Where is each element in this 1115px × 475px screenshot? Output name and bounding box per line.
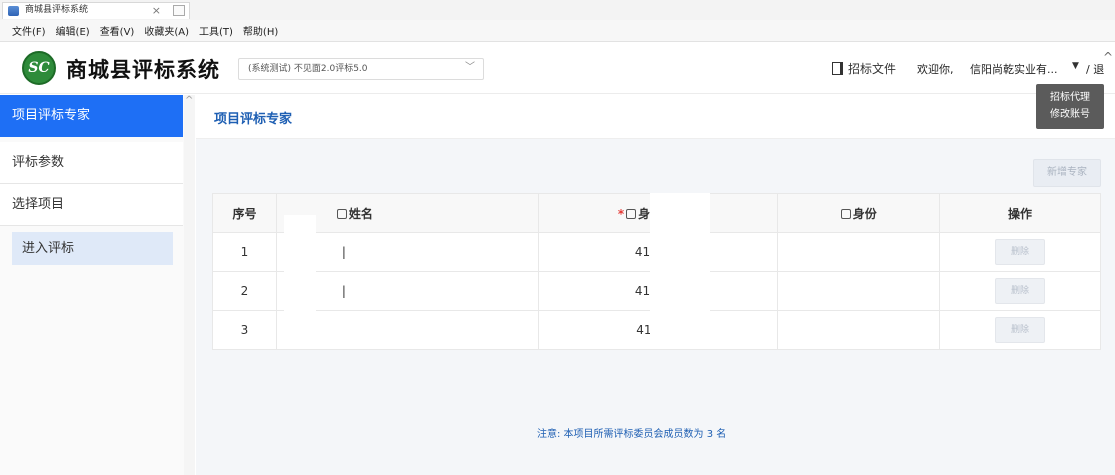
menu-help[interactable]: 帮助(H) bbox=[243, 23, 278, 38]
logout-link[interactable]: / 退 bbox=[1086, 61, 1104, 77]
cell-action: 删除 bbox=[939, 271, 1101, 311]
new-tab-icon[interactable] bbox=[173, 5, 185, 16]
chevron-down-icon: ﹀ bbox=[465, 62, 475, 73]
sidebar-scrollbar[interactable] bbox=[184, 95, 195, 475]
logo-icon: SC bbox=[22, 51, 56, 85]
col-role-label: 身份 bbox=[852, 206, 877, 221]
tender-doc-label: 招标文件 bbox=[848, 62, 897, 76]
document-icon bbox=[832, 62, 843, 75]
edit-icon bbox=[840, 208, 851, 219]
edit-icon bbox=[626, 208, 637, 219]
col-index: 序号 bbox=[212, 193, 277, 233]
welcome-text: 欢迎你, bbox=[917, 63, 954, 76]
project-select-value: (系统测试) 不见面2.0评标5.0 bbox=[248, 64, 368, 74]
panel-header: 项目评标专家 bbox=[196, 95, 1115, 139]
scroll-up-icon[interactable]: ^ bbox=[185, 95, 193, 106]
sidebar-item-enter-evaluation[interactable]: 进入评标 bbox=[12, 232, 173, 265]
browser-tab[interactable]: 商城县评标系统 × bbox=[2, 2, 190, 19]
main-panel: 项目评标专家 新增专家 序号 姓名 *身份证号码 身份 操作 1 | bbox=[196, 95, 1115, 475]
tab-close-icon[interactable]: × bbox=[152, 3, 161, 18]
menu-file[interactable]: 文件(F) bbox=[12, 23, 46, 38]
sidebar-item-params[interactable]: 评标参数 bbox=[0, 142, 183, 184]
app-title: 商城县评标系统 bbox=[66, 58, 220, 82]
col-action: 操作 bbox=[939, 193, 1101, 233]
cell-index: 3 bbox=[212, 310, 277, 350]
col-name-label: 姓名 bbox=[348, 206, 373, 221]
project-select[interactable]: (系统测试) 不见面2.0评标5.0 ﹀ bbox=[238, 58, 484, 80]
cell-index: 2 bbox=[212, 271, 277, 311]
tender-doc-link[interactable]: 招标文件 bbox=[832, 60, 896, 77]
delete-button[interactable]: 删除 bbox=[995, 278, 1046, 304]
cell-role[interactable] bbox=[777, 310, 941, 350]
dropdown-item-agency[interactable]: 招标代理 bbox=[1036, 89, 1104, 106]
sidebar-item-select-project[interactable]: 选择项目 bbox=[0, 184, 183, 226]
redaction-mask bbox=[650, 193, 710, 349]
add-expert-button[interactable]: 新增专家 bbox=[1033, 159, 1101, 187]
sidebar-item-experts[interactable]: 项目评标专家 bbox=[0, 95, 183, 137]
browser-menubar: 文件(F) 编辑(E) 查看(V) 收藏夹(A) 工具(T) 帮助(H) bbox=[0, 20, 1115, 42]
page-title: 项目评标专家 bbox=[214, 112, 293, 127]
delete-button[interactable]: 删除 bbox=[995, 239, 1046, 265]
cell-action: 删除 bbox=[939, 310, 1101, 350]
notice-text: 注意: 本项目所需评标委员会成员数为 3 名 bbox=[537, 429, 727, 440]
edit-icon bbox=[336, 208, 347, 219]
menu-edit[interactable]: 编辑(E) bbox=[56, 23, 90, 38]
app-header: SC 商城县评标系统 (系统测试) 不见面2.0评标5.0 ﹀ 招标文件 欢迎你… bbox=[0, 42, 1115, 94]
browser-tabbar: 商城县评标系统 × bbox=[0, 0, 1115, 20]
menu-view[interactable]: 查看(V) bbox=[100, 23, 135, 38]
required-icon: * bbox=[617, 206, 625, 221]
sidebar: 项目评标专家 评标参数 选择项目 进入评标 ^ bbox=[0, 95, 195, 475]
page-scroll-up-icon[interactable]: ^ bbox=[1103, 50, 1113, 64]
col-role: 身份 bbox=[777, 193, 941, 233]
cell-role[interactable] bbox=[777, 271, 941, 311]
cell-role[interactable] bbox=[777, 232, 941, 272]
favicon-icon bbox=[8, 6, 19, 16]
user-dropdown-menu: 招标代理 修改账号 bbox=[1036, 84, 1104, 129]
menu-tools[interactable]: 工具(T) bbox=[199, 23, 233, 38]
dropdown-item-edit-account[interactable]: 修改账号 bbox=[1036, 106, 1104, 123]
redaction-mask bbox=[284, 215, 316, 349]
tab-title: 商城县评标系统 bbox=[25, 5, 89, 15]
cell-action: 删除 bbox=[939, 232, 1101, 272]
delete-button[interactable]: 删除 bbox=[995, 317, 1046, 343]
cell-index: 1 bbox=[212, 232, 277, 272]
user-name[interactable]: 信阳尚乾实业有... bbox=[970, 61, 1058, 77]
caret-down-icon[interactable]: ▼ bbox=[1072, 61, 1079, 71]
menu-favorites[interactable]: 收藏夹(A) bbox=[144, 23, 189, 38]
